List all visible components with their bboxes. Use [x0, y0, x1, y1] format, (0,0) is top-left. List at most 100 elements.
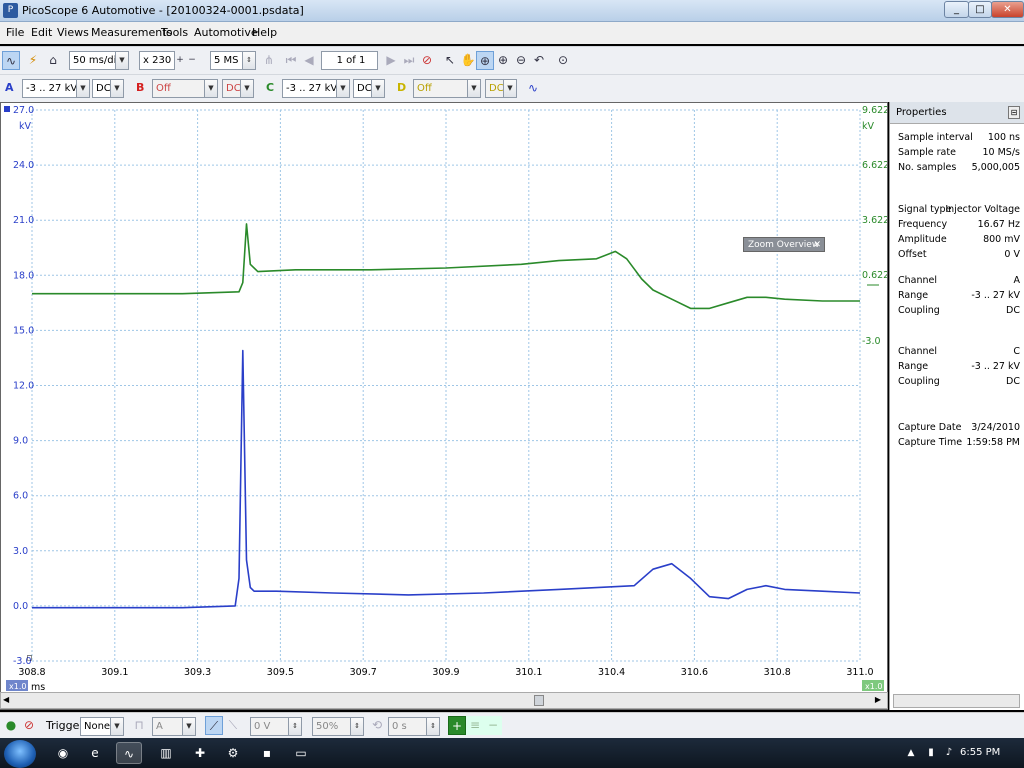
- chevron-down-icon[interactable]: ▼: [182, 718, 195, 735]
- menu-file[interactable]: File: [6, 26, 24, 39]
- zoom-field[interactable]: x 230: [139, 51, 175, 70]
- lightning-icon[interactable]: ⚡: [24, 51, 42, 70]
- menu-help[interactable]: Help: [252, 26, 277, 39]
- zoom-select-icon[interactable]: ⊕: [476, 51, 494, 70]
- stepper-arrows-icon[interactable]: ⇕: [350, 718, 363, 735]
- scope-view[interactable]: 27.0 24.0 21.0 18.0 15.0 12.0 9.0 6.0 3.0 0.0 -3.0…: [0, 102, 888, 710]
- undo-zoom-icon[interactable]: ↶: [530, 51, 548, 70]
- trigger-channel-select[interactable]: A ▼: [152, 717, 196, 736]
- samples-stepper[interactable]: 5 MS ⇕: [210, 51, 256, 70]
- menu-edit[interactable]: Edit: [31, 26, 52, 39]
- properties-scrollbar[interactable]: [893, 694, 1020, 708]
- right-axis-tick-label: 9.622: [862, 105, 887, 116]
- chevron-down-icon[interactable]: ▼: [467, 80, 480, 97]
- scope-mode-icon[interactable]: ∿: [2, 51, 20, 70]
- left-unit-label: kV: [19, 121, 32, 132]
- chevron-down-icon[interactable]: ▼: [503, 80, 516, 97]
- chevron-down-icon[interactable]: ▼: [110, 718, 123, 735]
- menu-views[interactable]: Views: [57, 26, 89, 39]
- zoom-overview-label: Zoom Overview: [748, 240, 820, 250]
- battery-icon[interactable]: ▮: [924, 742, 938, 764]
- channel-c-coupling-value: DC: [357, 83, 372, 94]
- resolution-icon[interactable]: ⋔: [260, 51, 278, 70]
- next-page-icon[interactable]: ▶: [382, 51, 400, 70]
- app-task-icon[interactable]: ▥: [153, 742, 179, 764]
- x-axis-tick-label: 310.1: [515, 667, 542, 678]
- chevron-down-icon[interactable]: ▼: [204, 80, 217, 97]
- menu-automotive[interactable]: Automotive: [194, 26, 258, 39]
- menu-tools[interactable]: Tools: [161, 26, 188, 39]
- channel-d-coupling-select[interactable]: DC ▼: [485, 79, 517, 98]
- trigger-mode-select[interactable]: None ▼: [80, 717, 124, 736]
- home-icon[interactable]: ⌂: [44, 51, 62, 70]
- first-page-icon[interactable]: ⏮: [282, 51, 300, 70]
- start-capture-icon[interactable]: ●: [2, 716, 20, 735]
- chevron-down-icon[interactable]: ▼: [336, 80, 349, 97]
- channel-b-range-select[interactable]: Off ▼: [152, 79, 218, 98]
- stepper-arrows-icon[interactable]: ⇕: [426, 718, 439, 735]
- chevron-down-icon[interactable]: ▼: [371, 80, 384, 97]
- chevron-down-icon[interactable]: ▼: [76, 80, 89, 97]
- maximize-button[interactable]: □: [968, 1, 992, 18]
- x-axis-tick-label: 309.3: [184, 667, 211, 678]
- scroll-right-icon[interactable]: ▶: [875, 695, 881, 704]
- falling-edge-icon[interactable]: ⟍: [224, 716, 242, 735]
- browser-icon[interactable]: e: [82, 742, 108, 764]
- minimize-button[interactable]: _: [944, 1, 969, 18]
- stepper-arrows-icon[interactable]: ⇕: [242, 52, 255, 69]
- window-title: PicoScope 6 Automotive - [20100324-0001.…: [22, 4, 304, 17]
- scope-graph[interactable]: 27.0 24.0 21.0 18.0 15.0 12.0 9.0 6.0 3.0 0.0 -3.0…: [1, 103, 887, 693]
- pointer-icon[interactable]: ↖: [441, 51, 459, 70]
- zoom-plus-icon[interactable]: +: [174, 51, 186, 70]
- channel-b-coupling-select[interactable]: DC ▼: [222, 79, 254, 98]
- add-measurement-icon[interactable]: +: [448, 716, 466, 735]
- edit-measurement-icon[interactable]: ≡: [466, 716, 484, 735]
- zoom-in-icon[interactable]: ⊕: [494, 51, 512, 70]
- device-task-icon[interactable]: ▪: [254, 742, 280, 764]
- close-button[interactable]: ✕: [991, 1, 1024, 18]
- channel-c-coupling-select[interactable]: DC ▼: [353, 79, 385, 98]
- last-page-icon[interactable]: ⏭: [400, 51, 418, 70]
- media-icon[interactable]: ◉: [50, 742, 76, 764]
- pin-icon[interactable]: ⊟: [1008, 106, 1020, 119]
- trigger-edge-icon[interactable]: ⊓: [130, 716, 148, 735]
- channel-c-range-select[interactable]: -3 .. 27 kV ▼: [282, 79, 350, 98]
- horizontal-scrollbar[interactable]: ◀ ▶: [0, 692, 888, 709]
- channel-a-coupling-select[interactable]: DC ▼: [92, 79, 124, 98]
- volume-icon[interactable]: ♪: [942, 742, 956, 764]
- chevron-down-icon[interactable]: ▼: [240, 80, 253, 97]
- chevron-down-icon[interactable]: ▼: [110, 80, 123, 97]
- folder-task-icon[interactable]: ▭: [288, 742, 314, 764]
- zoom-overview-panel[interactable]: Zoom Overview ✕: [743, 237, 825, 252]
- scroll-thumb[interactable]: [534, 695, 544, 706]
- pre-trigger-stepper[interactable]: 50% ⇕: [312, 717, 364, 736]
- utility-task-icon[interactable]: ⚙: [220, 742, 246, 764]
- zoom-minus-icon[interactable]: −: [186, 51, 198, 70]
- trigger-level-stepper[interactable]: 0 V ⇕: [250, 717, 302, 736]
- capture-toolbar: ∿ ⚡ ⌂ 50 ms/div ▼ x 230 + − 5 MS ⇕ ⋔ ⏮ ◀ 1…: [0, 46, 1024, 74]
- delete-measurement-icon[interactable]: −: [484, 716, 502, 735]
- timebase-select[interactable]: 50 ms/div ▼: [69, 51, 129, 70]
- channel-a-range-select[interactable]: -3 .. 27 kV ▼: [22, 79, 90, 98]
- delay-icon[interactable]: ⟲: [368, 716, 386, 735]
- ruler-marker-icon[interactable]: □: [27, 653, 32, 662]
- tools-task-icon[interactable]: ✚: [187, 742, 213, 764]
- scroll-left-icon[interactable]: ◀: [3, 695, 9, 704]
- delay-stepper[interactable]: 0 s ⇕: [388, 717, 440, 736]
- close-icon[interactable]: ✕: [813, 238, 821, 253]
- stepper-arrows-icon[interactable]: ⇕: [288, 718, 301, 735]
- zoom-out-icon[interactable]: ⊖: [512, 51, 530, 70]
- zoom-fit-icon[interactable]: ⊙: [554, 51, 572, 70]
- trigger-channel-value: A: [156, 721, 163, 732]
- hand-icon[interactable]: ✋: [459, 51, 477, 70]
- rising-edge-icon[interactable]: ⟋: [205, 716, 223, 735]
- channel-options-icon[interactable]: ∿: [524, 79, 542, 98]
- compass-icon[interactable]: ⊘: [418, 51, 436, 70]
- chevron-down-icon[interactable]: ▼: [115, 52, 128, 69]
- tray-arrow-icon[interactable]: ▲: [904, 742, 918, 764]
- channel-d-range-select[interactable]: Off ▼: [413, 79, 481, 98]
- windows-start-icon[interactable]: [4, 740, 36, 768]
- picoscope-task-icon[interactable]: ∿: [116, 742, 142, 764]
- stop-capture-icon[interactable]: ⊘: [20, 716, 38, 735]
- previous-page-icon[interactable]: ◀: [300, 51, 318, 70]
